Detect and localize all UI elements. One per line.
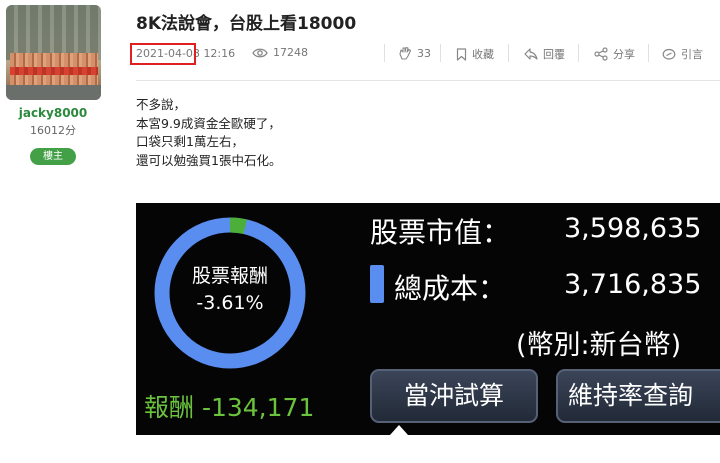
post-body: 不多說， 本宮9.9成資金全歐硬了， 口袋只剩1萬左右， 還可以勉強買1張中石化… [136,96,281,170]
favorite-button[interactable]: 收藏 [456,46,494,62]
avatar-shorts [10,67,98,75]
selection-caret [390,425,408,435]
maintenance-ratio-button[interactable]: 維持率查詢 [556,369,720,423]
avatar-background [6,5,101,60]
quote-label: 引言 [681,48,703,61]
eye-icon [252,48,268,57]
cost-color-swatch [370,265,384,303]
meta-separator [508,44,509,62]
post-line: 口袋只剩1萬左右， [136,134,244,149]
views-counter: 17248 [252,46,308,59]
portfolio-screenshot[interactable]: 股票報酬 -3.61% 報酬 -134,171 股票市值： 3,598,635 … [136,203,720,435]
favorite-label: 收藏 [472,48,494,61]
market-value-label: 股票市值： [370,216,511,249]
bookmark-icon [456,47,467,61]
quote-icon [662,48,676,60]
reply-label: 回覆 [543,48,565,61]
header-divider [136,80,720,81]
share-icon [594,47,608,61]
share-label: 分享 [613,48,635,61]
avatar-ground [6,85,101,100]
date-highlight-box [130,43,196,65]
views-count: 17248 [273,46,308,59]
currency-note: (幣別:新台幣) [516,330,682,361]
like-button[interactable]: 33 [398,46,431,60]
ring-label: 股票報酬 [191,265,268,287]
avatar[interactable] [6,5,101,100]
clap-icon [399,46,412,60]
post-title: 8K法說會，台股上看18000 [136,14,357,34]
meta-separator [440,44,441,62]
cost-label: 總成本： [394,272,507,305]
meta-separator [384,44,385,62]
reply-arrow-icon [524,48,538,60]
return-amount: 報酬 -134,171 [144,393,315,422]
author-points: 16012分 [30,124,76,137]
meta-separator [578,44,579,62]
post-line: 還可以勉強買1張中石化。 [136,152,282,168]
post-time: 12:16 [203,47,236,60]
author-username[interactable]: jacky8000 [0,106,106,120]
day-trade-calc-button[interactable]: 當沖試算 [370,369,538,423]
op-badge: 樓主 [30,148,76,165]
reply-button[interactable]: 回覆 [524,46,565,62]
ring-percent: -3.61% [196,292,264,314]
share-button[interactable]: 分享 [594,46,635,62]
market-value: 3,598,635 [564,213,702,244]
quote-button[interactable]: 引言 [662,46,703,62]
total-cost: 3,716,835 [564,269,702,300]
ring-center-text: 股票報酬 -3.61% [154,263,306,317]
like-count: 33 [417,46,431,60]
post-line: 本宮9.9成資金全歐硬了， [136,115,281,131]
meta-separator [648,44,649,62]
post-line: 不多說， [136,97,187,112]
